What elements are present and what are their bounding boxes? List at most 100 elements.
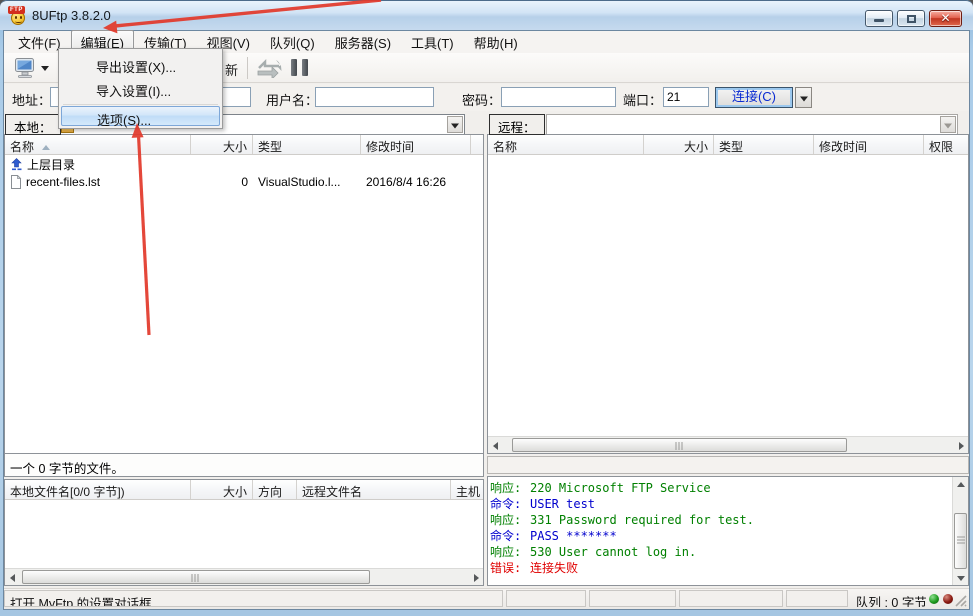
remote-file-panel: 名称 大小 类型 修改时间 权限	[487, 134, 969, 454]
transfer-arrows-icon	[255, 58, 283, 78]
menu-item-export-settings[interactable]: 导出设置(X)...	[61, 54, 220, 74]
log-panel: 响应:220 Microsoft FTP Service 命令:USER tes…	[487, 476, 969, 586]
status-led-green-icon	[929, 594, 939, 604]
pause-button[interactable]	[291, 59, 308, 76]
arrow-down-icon	[957, 576, 965, 581]
menubar-item-help[interactable]: 帮助(H)	[464, 30, 528, 55]
tab-local[interactable]: 本地：	[5, 114, 61, 135]
local-file-panel: 名称 大小 类型 修改时间 上层目录	[4, 134, 484, 477]
scroll-left-button[interactable]	[488, 437, 503, 453]
scroll-down-button[interactable]	[953, 570, 968, 585]
grip-icon	[957, 537, 965, 546]
column-header-size[interactable]: 大小	[191, 480, 253, 499]
arrow-right-icon	[959, 442, 964, 450]
remote-file-list	[488, 155, 968, 436]
refresh-button-partial[interactable]: 新	[225, 60, 238, 79]
transfer-button[interactable]	[255, 58, 283, 83]
list-item-file[interactable]: recent-files.lst 0 VisualStudio.l... 201…	[5, 173, 483, 191]
list-item-parent-dir[interactable]: 上层目录	[5, 155, 483, 173]
remote-status-strip	[487, 456, 969, 474]
grip-icon	[192, 574, 201, 582]
folder-up-icon	[10, 158, 23, 171]
column-header-permissions[interactable]: 权限	[924, 135, 968, 154]
column-header-remote-filename[interactable]: 远程文件名	[297, 480, 451, 499]
statusbar-cell	[679, 590, 783, 607]
statusbar-message: 打开 MyFtp 的设置对话框	[4, 590, 503, 607]
sort-ascending-icon	[42, 145, 50, 150]
address-label: 地址：	[12, 90, 51, 109]
connect-site-button[interactable]	[10, 55, 56, 81]
chevron-down-icon	[944, 123, 952, 128]
minimize-button[interactable]	[865, 10, 893, 27]
port-input[interactable]	[663, 87, 709, 107]
menubar-item-tools[interactable]: 工具(T)	[401, 30, 464, 55]
log-vertical-scrollbar[interactable]	[952, 477, 968, 585]
edit-menu-dropdown: 导出设置(X)... 导入设置(I)... 选项(S)...	[58, 48, 223, 129]
scroll-right-button[interactable]	[953, 437, 968, 453]
local-status-text: 一个 0 字节的文件。	[5, 453, 483, 476]
app-window: FTP 8UFtp 3.8.2.0 ✕ 文件(F) 编辑(E) 传输(T) 视图…	[0, 0, 973, 616]
column-header-name[interactable]: 名称	[5, 135, 191, 154]
arrow-up-icon	[957, 482, 965, 487]
resize-grip[interactable]	[953, 593, 968, 608]
close-button[interactable]: ✕	[929, 10, 962, 27]
tab-remote[interactable]: 远程：	[489, 114, 545, 135]
scroll-right-button[interactable]	[468, 569, 483, 585]
scroll-left-button[interactable]	[5, 569, 20, 585]
column-header-type[interactable]: 类型	[253, 135, 361, 154]
statusbar-queue-info: 队列 : 0 字节	[851, 590, 926, 607]
scroll-up-button[interactable]	[953, 477, 968, 492]
column-header-direction[interactable]: 方向	[253, 480, 297, 499]
scrollbar-thumb[interactable]	[512, 438, 847, 452]
menubar-item-server[interactable]: 服务器(S)	[325, 30, 401, 55]
log-line: 命令:PASS *******	[490, 528, 950, 544]
column-header-size[interactable]: 大小	[644, 135, 714, 154]
column-header-host[interactable]: 主机	[451, 480, 483, 499]
menu-item-import-settings[interactable]: 导入设置(I)...	[61, 78, 220, 98]
menubar-item-queue[interactable]: 队列(Q)	[260, 30, 325, 55]
arrow-left-icon	[493, 442, 498, 450]
port-label: 端口：	[623, 90, 662, 109]
statusbar-cell	[786, 590, 848, 607]
column-header-name[interactable]: 名称	[488, 135, 644, 154]
log-line: 响应:530 User cannot log in.	[490, 544, 950, 560]
log-lines: 响应:220 Microsoft FTP Service 命令:USER tes…	[490, 480, 950, 576]
menu-separator	[63, 104, 218, 105]
file-icon	[10, 175, 22, 189]
restore-button[interactable]	[897, 10, 925, 27]
close-icon: ✕	[930, 11, 961, 26]
scrollbar-thumb[interactable]	[954, 513, 967, 569]
remote-path-combobox	[546, 114, 958, 135]
minimize-icon	[874, 19, 884, 22]
queue-header: 本地文件名[0/0 字节]) 大小 方向 远程文件名 主机	[5, 480, 483, 500]
password-input[interactable]	[501, 87, 616, 107]
arrow-right-icon	[474, 574, 479, 582]
pause-icon	[302, 59, 308, 76]
remote-list-header: 名称 大小 类型 修改时间 权限	[488, 135, 968, 155]
menu-item-options[interactable]: 选项(S)...	[61, 106, 220, 126]
window-title: 8UFtp 3.8.2.0	[32, 8, 111, 23]
queue-horizontal-scrollbar[interactable]	[5, 568, 483, 585]
scrollbar-thumb[interactable]	[22, 570, 370, 584]
app-logo-icon: FTP	[8, 6, 28, 26]
queue-list	[5, 500, 483, 568]
log-line: 错误:连接失败	[490, 560, 950, 576]
password-label: 密码：	[462, 90, 501, 109]
column-header-modified[interactable]: 修改时间	[361, 135, 471, 154]
column-header-local-filename[interactable]: 本地文件名[0/0 字节])	[5, 480, 191, 499]
connect-dropdown-button[interactable]	[795, 87, 812, 108]
column-header-type[interactable]: 类型	[714, 135, 814, 154]
column-header-size[interactable]: 大小	[191, 135, 253, 154]
remote-horizontal-scrollbar[interactable]	[488, 436, 968, 453]
transfer-queue-panel: 本地文件名[0/0 字节]) 大小 方向 远程文件名 主机	[4, 479, 484, 586]
log-line: 响应:220 Microsoft FTP Service	[490, 480, 950, 496]
username-input[interactable]	[315, 87, 434, 107]
status-led-red-icon	[943, 594, 953, 604]
status-bar: 打开 MyFtp 的设置对话框 队列 : 0 字节	[4, 588, 969, 609]
local-path-dropdown-button[interactable]	[447, 116, 463, 133]
column-header-modified[interactable]: 修改时间	[814, 135, 924, 154]
toolbar-separator	[247, 57, 248, 79]
connect-button[interactable]: 连接(C)	[715, 87, 793, 108]
arrow-left-icon	[10, 574, 15, 582]
title-bar: FTP 8UFtp 3.8.2.0 ✕	[0, 0, 973, 30]
